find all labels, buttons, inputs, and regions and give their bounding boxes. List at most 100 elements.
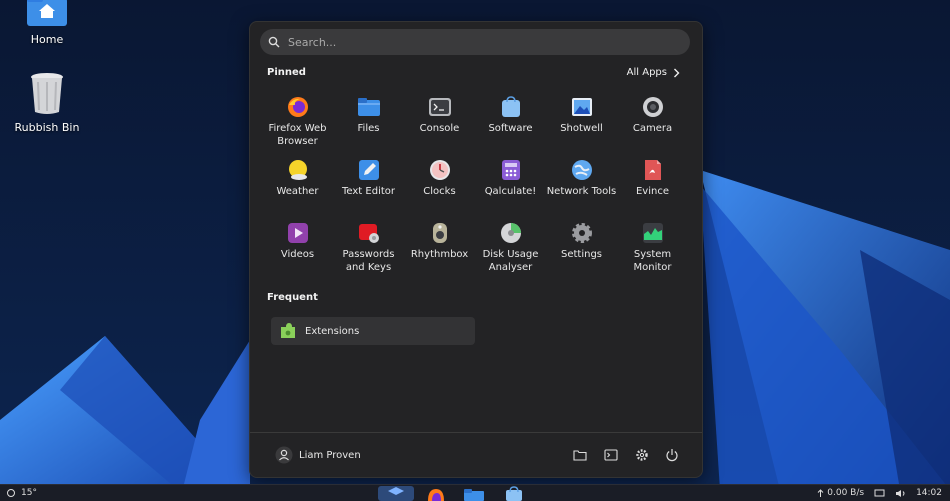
- system-tray: 0.00 B/s 14:02: [817, 488, 942, 498]
- app-qalculate[interactable]: Qalculate!: [475, 151, 546, 214]
- app-firefox[interactable]: Firefox Web Browser: [262, 88, 333, 151]
- app-label: Shotwell: [560, 123, 603, 134]
- clock[interactable]: 14:02: [916, 488, 942, 498]
- frequent-item-label: Extensions: [305, 325, 360, 337]
- app-clocks[interactable]: Clocks: [404, 151, 475, 214]
- settings-button[interactable]: [634, 447, 650, 463]
- files-icon: [464, 489, 484, 501]
- app-rhythmbox[interactable]: Rhythmbox: [404, 214, 475, 277]
- search-icon: [268, 36, 280, 48]
- application-menu: Pinned All Apps Firefox Web Browser File…: [249, 21, 703, 478]
- system-monitor-icon: [642, 222, 664, 244]
- clocks-icon: [429, 159, 451, 181]
- software-icon: [506, 486, 522, 501]
- app-label: Weather: [276, 186, 319, 197]
- pinned-apps-grid: Firefox Web Browser Files Console Softwa…: [262, 88, 688, 277]
- desktop-icon-label: Rubbish Bin: [14, 121, 80, 134]
- app-label: Firefox Web Browser: [268, 123, 327, 147]
- app-label: Text Editor: [342, 186, 395, 197]
- console-icon: [428, 96, 451, 118]
- app-label: Disk Usage Analyser: [482, 249, 539, 273]
- display-icon[interactable]: [874, 489, 885, 498]
- taskbar-software[interactable]: [503, 486, 525, 501]
- power-button[interactable]: [664, 447, 680, 463]
- app-camera[interactable]: Camera: [617, 88, 688, 151]
- terminal-button[interactable]: [603, 447, 619, 463]
- app-settings[interactable]: Settings: [546, 214, 617, 277]
- app-shotwell[interactable]: Shotwell: [546, 88, 617, 151]
- search-input[interactable]: [286, 34, 670, 50]
- files-icon: [357, 96, 380, 118]
- network-speed-indicator[interactable]: 0.00 B/s: [817, 488, 864, 498]
- app-software[interactable]: Software: [475, 88, 546, 151]
- app-label: Camera: [632, 123, 673, 134]
- app-disk-usage-analyser[interactable]: Disk Usage Analyser: [475, 214, 546, 277]
- taskbar-files[interactable]: [463, 486, 485, 501]
- app-files[interactable]: Files: [333, 88, 404, 151]
- calculator-icon: [500, 159, 522, 181]
- all-apps-label: All Apps: [626, 67, 667, 78]
- volume-icon[interactable]: [895, 489, 906, 498]
- app-network-tools[interactable]: Network Tools: [546, 151, 617, 214]
- app-label: Rhythmbox: [410, 249, 469, 260]
- disk-usage-icon: [500, 222, 522, 244]
- shotwell-icon: [571, 96, 593, 118]
- app-evince[interactable]: Evince: [617, 151, 688, 214]
- weather-icon: [287, 159, 309, 181]
- evince-icon: [642, 159, 664, 181]
- camera-icon: [642, 96, 664, 118]
- frequent-heading: Frequent: [267, 292, 318, 303]
- search-bar[interactable]: [260, 29, 690, 55]
- passwords-icon: [358, 222, 380, 244]
- software-icon: [500, 96, 522, 118]
- app-label: Software: [488, 123, 533, 134]
- weather-indicator[interactable]: 15°: [6, 488, 37, 498]
- app-label: Settings: [560, 249, 602, 260]
- app-console[interactable]: Console: [404, 88, 475, 151]
- files-button[interactable]: [572, 447, 588, 463]
- text-editor-icon: [358, 159, 380, 181]
- settings-icon: [571, 222, 593, 244]
- app-label: Network Tools: [546, 186, 617, 197]
- frequent-item-extensions[interactable]: Extensions: [271, 317, 475, 345]
- folder-icon: [573, 450, 587, 461]
- all-apps-button[interactable]: All Apps: [627, 67, 680, 78]
- app-videos[interactable]: Videos: [262, 214, 333, 277]
- user-avatar-icon: [275, 446, 293, 464]
- app-passwords-and-keys[interactable]: Passwords and Keys: [333, 214, 404, 277]
- taskbar-firefox[interactable]: [425, 486, 447, 501]
- firefox-icon: [287, 96, 309, 118]
- desktop-icon-home[interactable]: Home: [7, 0, 87, 46]
- chevron-right-icon: [674, 68, 680, 77]
- menu-launcher-icon: [388, 487, 404, 495]
- home-folder-icon: [7, 0, 87, 29]
- firefox-icon: [428, 489, 444, 501]
- app-system-monitor[interactable]: System Monitor: [617, 214, 688, 277]
- app-label: Files: [357, 123, 380, 134]
- taskbar-menu-button[interactable]: [378, 486, 414, 501]
- app-text-editor[interactable]: Text Editor: [333, 151, 404, 214]
- videos-icon: [287, 222, 309, 244]
- app-label: System Monitor: [633, 249, 672, 273]
- app-label: Evince: [635, 186, 669, 197]
- rhythmbox-icon: [429, 222, 451, 244]
- app-label: Console: [419, 123, 460, 134]
- pinned-heading: Pinned: [267, 67, 306, 78]
- user-button[interactable]: Liam Proven: [275, 446, 361, 464]
- weather-status-icon: [7, 489, 15, 497]
- menu-footer: Liam Proven: [250, 432, 702, 477]
- trash-icon: [7, 72, 87, 117]
- app-label: Passwords and Keys: [342, 249, 395, 273]
- desktop-icon-label: Home: [30, 33, 64, 46]
- terminal-icon: [604, 449, 618, 461]
- upload-arrow-icon: [817, 488, 824, 497]
- app-label: Qalculate!: [484, 186, 537, 197]
- extensions-icon: [279, 322, 297, 340]
- network-speed: 0.00 B/s: [827, 488, 865, 498]
- network-tools-icon: [571, 159, 593, 181]
- app-label: Clocks: [423, 186, 456, 197]
- app-weather[interactable]: Weather: [262, 151, 333, 214]
- power-icon: [666, 449, 678, 462]
- desktop-icon-rubbish-bin[interactable]: Rubbish Bin: [7, 72, 87, 134]
- app-label: Videos: [280, 249, 315, 260]
